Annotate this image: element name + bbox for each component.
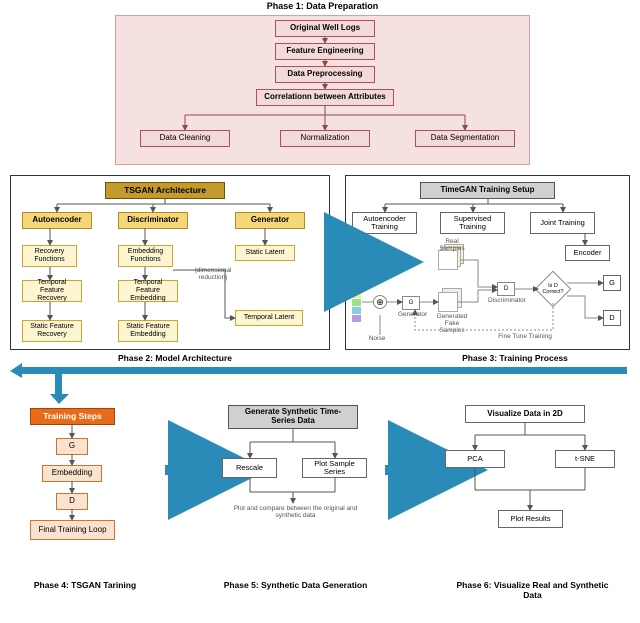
p4-d: D xyxy=(56,493,88,510)
fake-label: Generated Fake Samples xyxy=(432,313,472,334)
mini-d-label: Discriminator xyxy=(488,297,526,304)
phase6-title: Phase 6: Visualize Real and Synthetic Da… xyxy=(450,580,615,600)
p2-generator: Generator xyxy=(235,212,305,229)
p1-feat: Feature Engineering xyxy=(275,43,375,60)
p5-note: Plot and compare between the original an… xyxy=(228,505,363,519)
noise-label: Noise xyxy=(362,335,392,342)
p6-tsne: t-SNE xyxy=(555,450,615,468)
p1-prep: Data Preprocessing xyxy=(275,66,375,83)
p2-sfr: Static Feature Recovery xyxy=(22,320,82,342)
p1-clean: Data Cleaning xyxy=(140,130,230,147)
p5-rescale: Rescale xyxy=(222,458,277,478)
p6-pca: PCA xyxy=(445,450,505,468)
p4-final: Final Training Loop xyxy=(30,520,115,540)
p3-d: D xyxy=(603,310,621,326)
plus-node: ⊕ xyxy=(373,295,387,309)
diamond-label: Is D Correct? xyxy=(540,283,566,295)
p5-plot: Plot Sample Series xyxy=(302,458,367,478)
p1-seg: Data Segmentation xyxy=(415,130,515,147)
p2-discriminator: Discriminator xyxy=(118,212,188,229)
p2-tfe: Temporal Feature Embedding xyxy=(118,280,178,302)
mini-g: G xyxy=(402,296,420,310)
p1-corr: Correlationn between Attributes xyxy=(256,89,394,106)
finetune-label: Fine Tune Training xyxy=(490,333,560,340)
phase3-title: Phase 3: Training Process xyxy=(430,353,600,363)
p3-joint: Joint Training xyxy=(530,212,595,234)
real-label: Real Samples xyxy=(432,238,472,252)
p3-g: G xyxy=(603,275,621,291)
p3-main: TimeGAN Training Setup xyxy=(420,182,555,199)
p2-tfr: Temporal Feature Recovery xyxy=(22,280,82,302)
p2-autoencoder: Autoencoder xyxy=(22,212,92,229)
p6-results: Plot Results xyxy=(498,510,563,528)
p2-main: TSGAN Architecture xyxy=(105,182,225,199)
p1-norm: Normalization xyxy=(280,130,370,147)
p4-g: G xyxy=(56,438,88,455)
p3-ae: Autoencoder Training xyxy=(352,212,417,234)
mini-d: D xyxy=(497,282,515,296)
latent-stack xyxy=(352,275,361,323)
p4-emb: Embedding xyxy=(42,465,102,482)
p1-orig: Original Well Logs xyxy=(275,20,375,37)
latent-label: Latent Space xyxy=(346,263,376,277)
p2-tl: Temporal Latent xyxy=(235,310,303,326)
phase2-title: Phase 2: Model Architecture xyxy=(90,353,260,363)
phase4-title: Phase 4: TSGAN Tarining xyxy=(20,580,150,590)
p2-static-latent: Static Latent xyxy=(235,245,295,261)
p3-sup: Supervised Training xyxy=(440,212,505,234)
p6-main: Visualize Data in 2D xyxy=(465,405,585,423)
phase5-title: Phase 5: Synthetic Data Generation xyxy=(218,580,373,590)
p2-dimred: (dimensional reduction) xyxy=(183,267,243,281)
phase3-panel xyxy=(345,175,630,350)
p5-main: Generate Synthetic Time-Series Data xyxy=(228,405,358,429)
p4-main: Training Steps xyxy=(30,408,115,425)
mini-g-label: Generator xyxy=(398,311,426,318)
p2-recovery: Recovery Functions xyxy=(22,245,77,267)
phase1-title: Phase 1: Data Preparation xyxy=(115,1,530,11)
p2-sfe: Static Feature Embedding xyxy=(118,320,178,342)
p2-embedding: Embedding Functions xyxy=(118,245,173,267)
p3-encoder: Encoder xyxy=(565,245,610,261)
